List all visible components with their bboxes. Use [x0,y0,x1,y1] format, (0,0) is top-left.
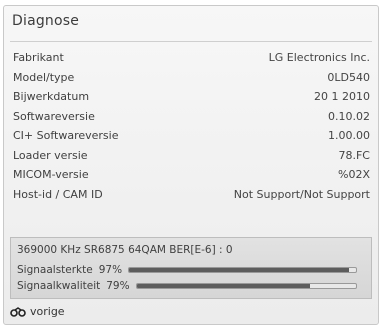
info-row-fabrikant: Fabrikant LG Electronics Inc. [13,48,370,68]
panel-title: Diagnose [12,13,80,29]
signal-quality-row: Signaalkwaliteit 79% [17,279,365,293]
back-button[interactable]: vorige [10,305,65,318]
diagnose-panel: Diagnose Fabrikant LG Electronics Inc. M… [3,5,379,325]
info-value: 0LD540 [327,70,370,84]
info-row-loader-version: Loader versie 78.FC [13,146,370,166]
info-row-model: Model/type 0LD540 [13,68,370,88]
signal-box: 369000 KHz SR6875 64QAM BER[E-6] : 0 Sig… [10,237,372,299]
signal-quality-percent: 79% [106,280,130,292]
info-label: Fabrikant [13,51,64,65]
info-value: LG Electronics Inc. [268,51,370,65]
info-row-host-id: Host-id / CAM ID Not Support/Not Support [13,185,370,205]
info-row-ci-software-version: CI+ Softwareversie 1.00.00 [13,126,370,146]
signal-strength-percent: 97% [98,264,123,276]
info-label: CI+ Softwareversie [13,129,119,143]
info-list: Fabrikant LG Electronics Inc. Model/type… [13,48,370,204]
info-value: 78.FC [338,148,370,162]
title-divider [10,41,372,42]
signal-strength-bar [128,267,357,273]
info-label: Host-id / CAM ID [13,187,103,201]
info-value: 20 1 2010 [314,90,370,104]
info-value: Not Support/Not Support [233,187,370,201]
frequency-readout: 369000 KHz SR6875 64QAM BER[E-6] : 0 [17,244,233,256]
info-label: Model/type [13,70,75,84]
info-value: %02X [338,168,370,182]
signal-quality-bar [135,283,357,289]
signal-strength-label: Signaalsterkte [17,264,93,276]
signal-strength-fill [129,268,350,272]
signal-strength-row: Signaalsterkte 97% [17,263,365,277]
info-row-software-version: Softwareversie 0.10.02 [13,107,370,127]
info-label: Softwareversie [13,109,95,123]
info-label: Bijwerkdatum [13,90,90,104]
info-label: MICOM-versie [13,168,89,182]
signal-quality-label: Signaalkwaliteit [17,280,101,292]
info-row-micom-version: MICOM-versie %02X [13,165,370,185]
return-icon [10,306,26,317]
info-row-update-date: Bijwerkdatum 20 1 2010 [13,87,370,107]
info-value: 0.10.02 [328,109,370,123]
signal-quality-fill [136,284,310,288]
info-label: Loader versie [13,148,88,162]
info-value: 1.00.00 [328,129,370,143]
back-label: vorige [30,305,65,318]
